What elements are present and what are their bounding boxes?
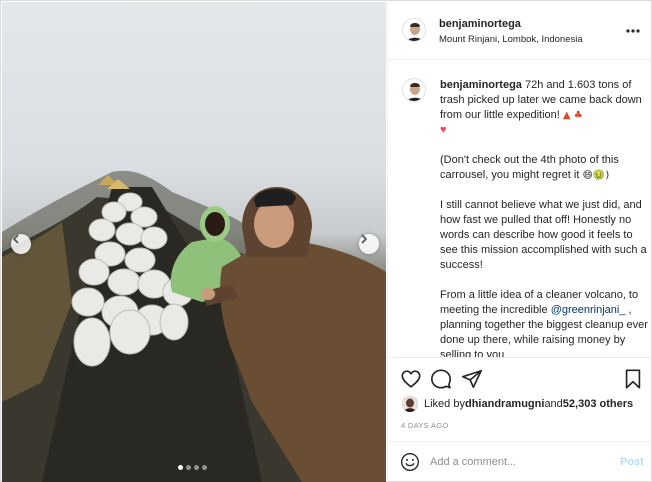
- post-timestamp[interactable]: 4 DAYS AGO: [401, 421, 448, 430]
- post-location[interactable]: Mount Rinjani, Lombok, Indonesia: [439, 34, 583, 45]
- bookmark-icon[interactable]: [622, 368, 644, 390]
- emoji-icon[interactable]: [400, 452, 420, 472]
- post-photo[interactable]: [2, 2, 386, 482]
- profile-photo: [403, 79, 425, 101]
- chevron-right-icon: [361, 234, 367, 244]
- mention-link[interactable]: @greenrinjani_: [551, 304, 626, 316]
- carousel-dot: [202, 465, 207, 470]
- post-frame: benjaminortega Mount Rinjani, Lombok, In…: [0, 0, 652, 482]
- more-horizontal-icon: [626, 29, 640, 33]
- liker-username[interactable]: dhiandramugni: [465, 398, 544, 410]
- share-icon[interactable]: [461, 368, 483, 390]
- carousel-next-button[interactable]: [359, 234, 379, 254]
- likes-count[interactable]: 52,303 others: [563, 398, 633, 410]
- post-side-panel: benjaminortega Mount Rinjani, Lombok, In…: [387, 2, 652, 482]
- caption-paragraph: I still cannot believe what we just did,…: [440, 199, 647, 271]
- likes-middle: and: [544, 398, 563, 410]
- more-options-button[interactable]: [626, 24, 640, 33]
- comment-input[interactable]: [430, 453, 600, 471]
- chevron-left-icon: [13, 234, 19, 244]
- profile-photo: [403, 19, 425, 41]
- caption-scroll-area[interactable]: benjaminortega 72h and 1.603 tons of tra…: [388, 61, 652, 357]
- heart-emoji: ♥: [440, 124, 447, 136]
- carousel-indicator: [178, 465, 207, 470]
- carousel-dot: [194, 465, 199, 470]
- caption-username[interactable]: benjaminortega: [440, 79, 522, 91]
- likes-prefix: Liked by: [424, 398, 465, 410]
- post-header: benjaminortega Mount Rinjani, Lombok, In…: [388, 2, 652, 60]
- avatar[interactable]: [402, 396, 418, 412]
- caption-emoji: ▲ ♣: [562, 110, 583, 121]
- liker-profile-photo: [402, 396, 418, 412]
- heart-icon[interactable]: [400, 368, 422, 390]
- photo-illustration: [2, 170, 386, 482]
- comment-bar: Post: [388, 441, 652, 482]
- carousel-prev-button[interactable]: [11, 234, 31, 254]
- post-caption: benjaminortega 72h and 1.603 tons of tra…: [440, 78, 648, 357]
- carousel-dot: [178, 465, 183, 470]
- post-author-username[interactable]: benjaminortega: [439, 18, 521, 30]
- caption-emoji: 😄🤢): [582, 170, 610, 181]
- avatar[interactable]: [402, 18, 426, 42]
- carousel-dot: [186, 465, 191, 470]
- comment-icon[interactable]: [430, 368, 452, 390]
- post-actions: [388, 357, 652, 397]
- likes-summary: Liked by dhiandramugni and 52,303 others: [402, 396, 633, 412]
- post-comment-button[interactable]: Post: [620, 456, 644, 468]
- avatar[interactable]: [402, 78, 426, 102]
